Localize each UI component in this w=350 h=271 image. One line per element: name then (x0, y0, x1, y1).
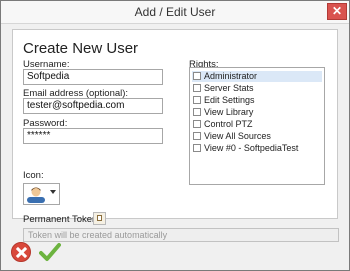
rights-checkbox[interactable] (193, 96, 201, 104)
cancel-icon[interactable] (11, 242, 31, 262)
icon-picker-dropdown[interactable] (23, 183, 60, 205)
password-field[interactable]: ****** (23, 128, 163, 144)
rights-item-administrator[interactable]: Administrator (192, 71, 322, 82)
permanent-token-label: Permanent Token: (23, 214, 100, 225)
permanent-token-button[interactable] (93, 212, 106, 225)
form-panel: Create New User Username: Softpedia Emai… (12, 29, 339, 242)
rights-checkbox[interactable] (193, 132, 201, 140)
checkmark-icon[interactable] (39, 242, 61, 262)
rights-item-view-source[interactable]: View #0 - SoftpediaTest (192, 143, 322, 154)
rights-item-server-stats[interactable]: Server Stats (192, 83, 322, 94)
rights-checkbox[interactable] (193, 120, 201, 128)
rights-item-label: View Library (204, 107, 254, 117)
title-bar: Add / Edit User ✕ (1, 1, 349, 24)
rights-checkbox[interactable] (193, 108, 201, 116)
user-avatar-icon (27, 187, 45, 203)
rights-item-label: View #0 - SoftpediaTest (204, 143, 299, 153)
rights-item-label: Edit Settings (204, 95, 255, 105)
token-field: Token will be created automatically (23, 228, 339, 242)
add-edit-user-dialog: Add / Edit User ✕ Create New User Userna… (0, 0, 350, 271)
rights-checkbox[interactable] (193, 84, 201, 92)
rights-item-edit-settings[interactable]: Edit Settings (192, 95, 322, 106)
token-icon (97, 215, 102, 221)
rights-checkbox[interactable] (193, 144, 201, 152)
username-field[interactable]: Softpedia (23, 69, 163, 85)
rights-item-view-library[interactable]: View Library (192, 107, 322, 118)
form-heading: Create New User (23, 40, 139, 57)
window-title: Add / Edit User (134, 5, 216, 19)
chevron-down-icon (50, 190, 56, 194)
icon-label: Icon: (23, 170, 44, 181)
close-button[interactable]: ✕ (327, 3, 347, 20)
rights-item-label: Server Stats (204, 83, 254, 93)
rights-list: Administrator Server Stats Edit Settings… (189, 67, 325, 185)
rights-item-control-ptz[interactable]: Control PTZ (192, 119, 322, 130)
rights-item-view-all-sources[interactable]: View All Sources (192, 131, 322, 142)
rights-item-label: Administrator (204, 71, 258, 81)
rights-item-label: View All Sources (204, 131, 271, 141)
rights-checkbox[interactable] (193, 72, 201, 80)
email-field[interactable]: tester@softpedia.com (23, 98, 163, 114)
rights-item-label: Control PTZ (204, 119, 253, 129)
